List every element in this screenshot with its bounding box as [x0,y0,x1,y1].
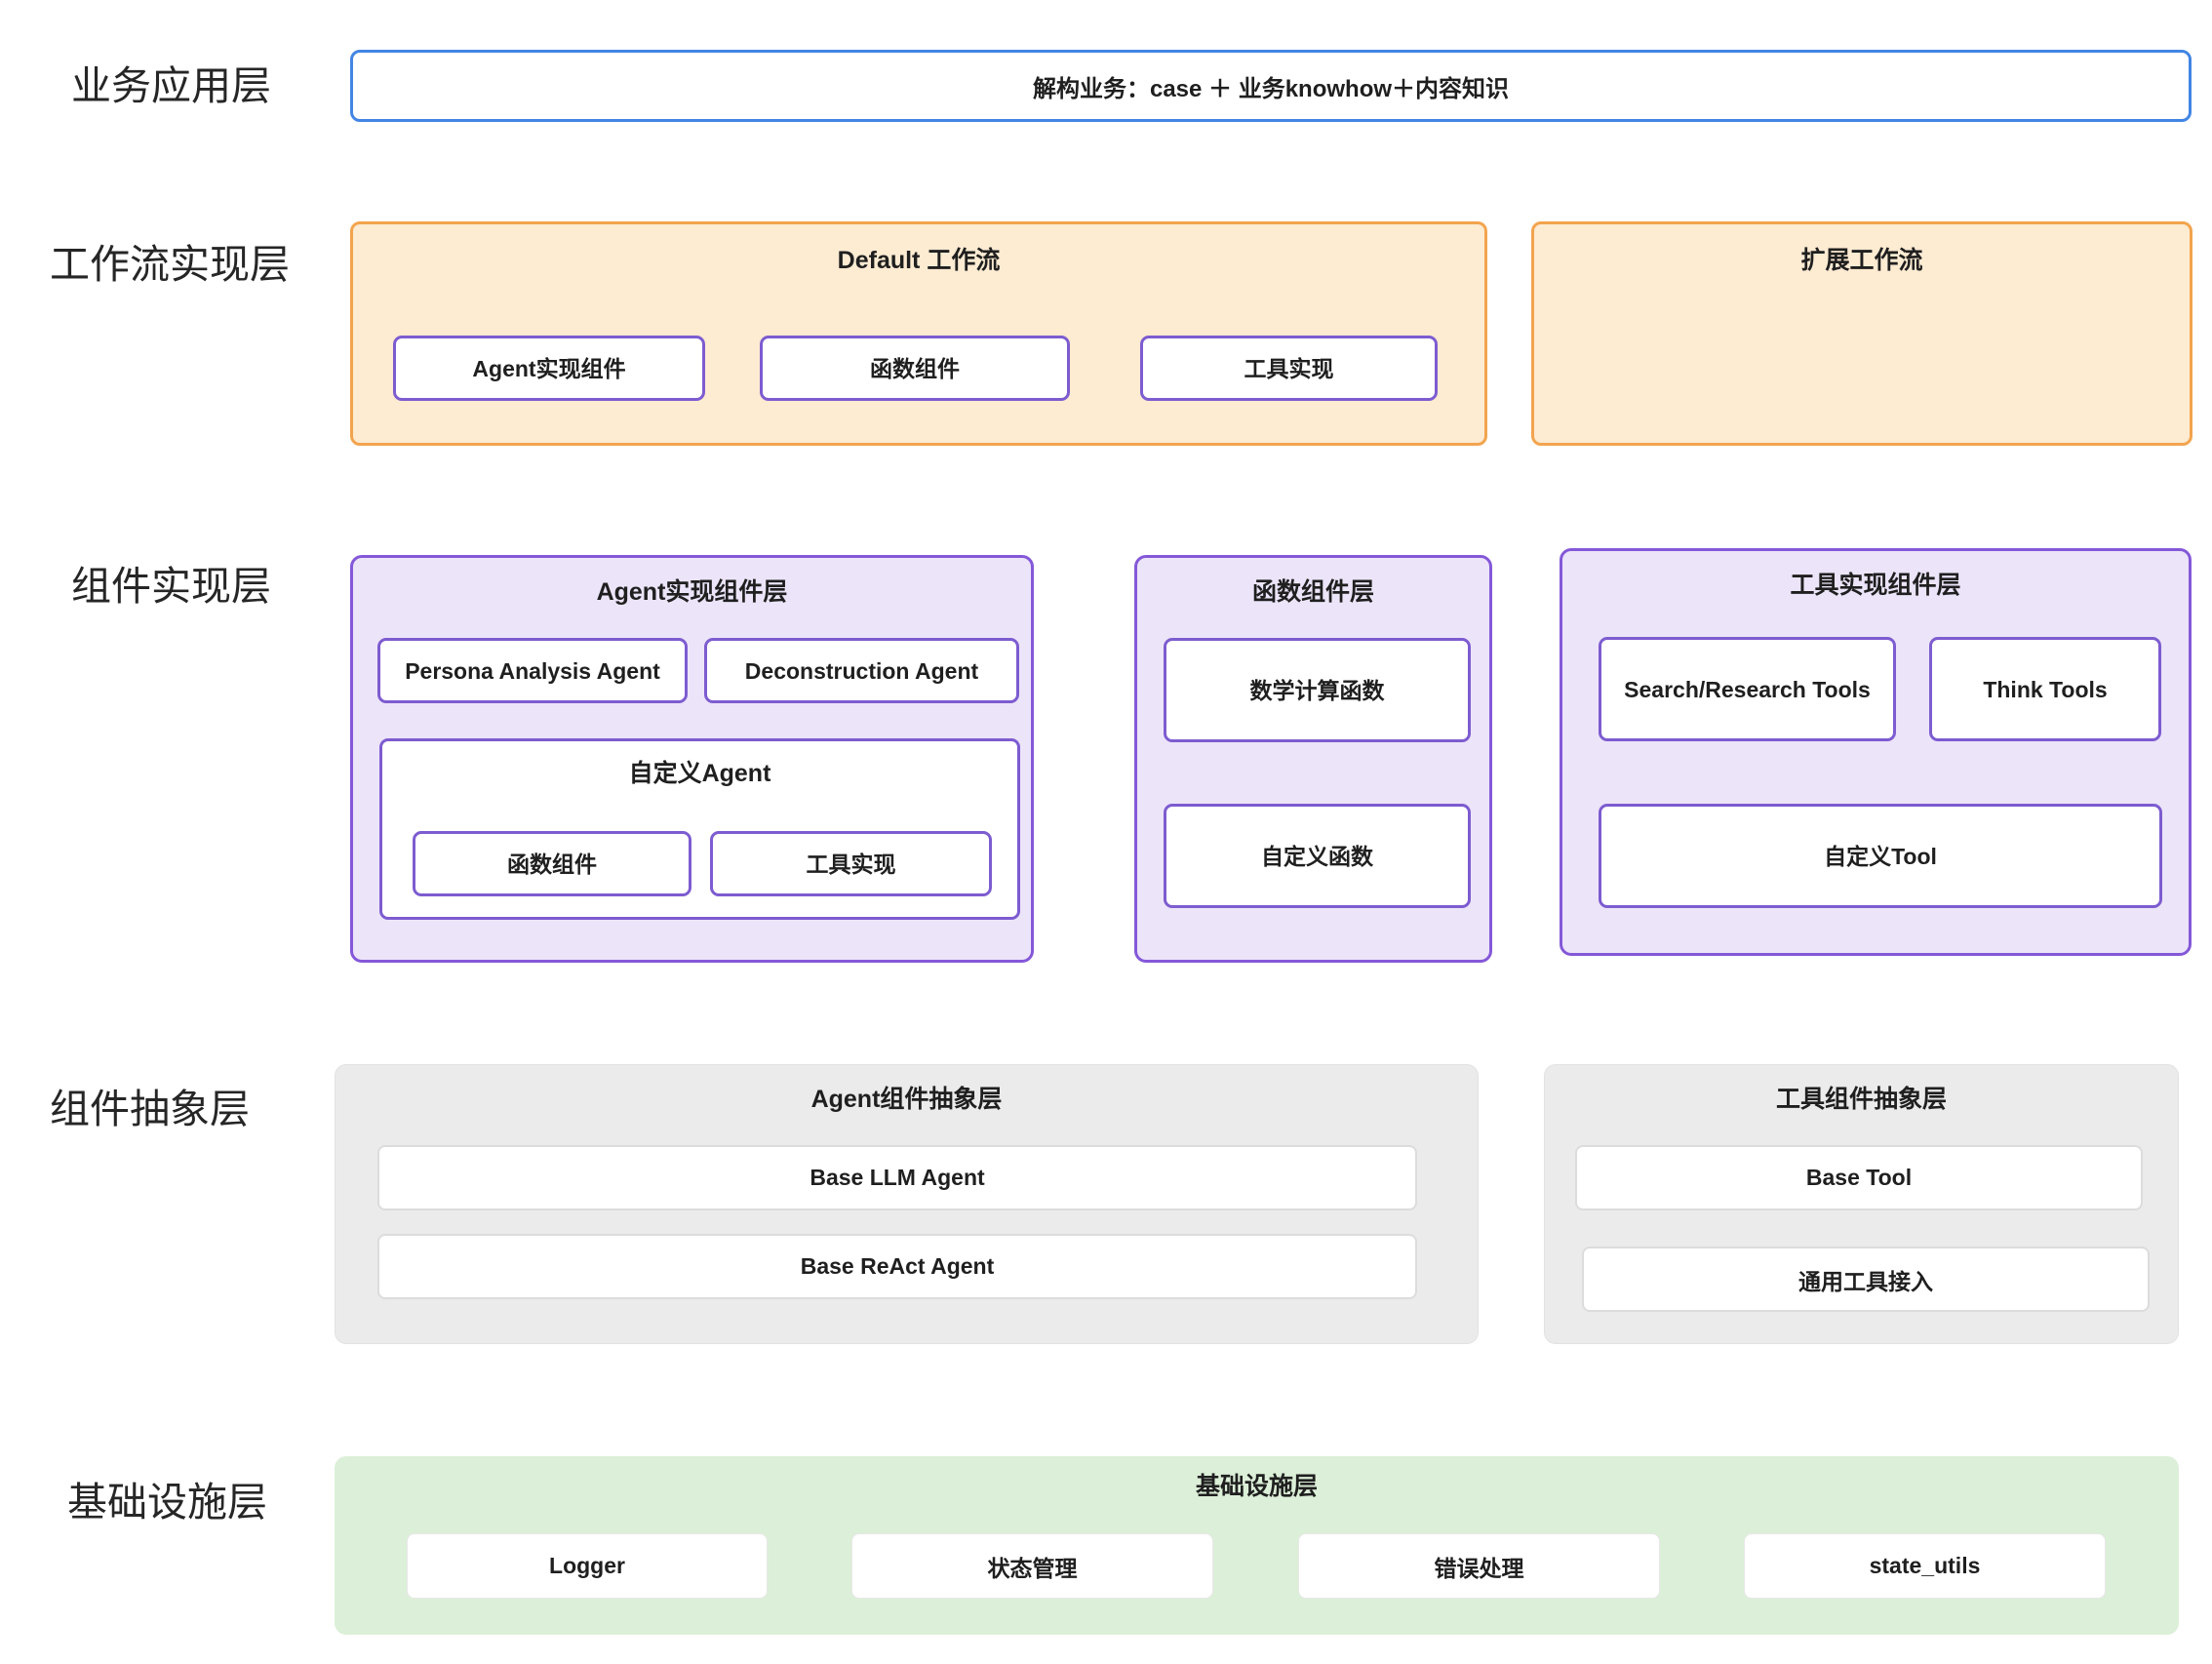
state-management-box: 状态管理 [851,1533,1213,1599]
default-workflow-item-tool: 工具实现 [1140,336,1438,401]
extended-workflow-title: 扩展工作流 [1534,246,2190,275]
search-research-tools-box: Search/Research Tools [1599,637,1896,741]
extended-workflow-box: 扩展工作流 [1531,221,2192,446]
custom-agent-item-tool: 工具实现 [710,831,992,896]
default-workflow-box: Default 工作流 Agent实现组件 函数组件 工具实现 [350,221,1487,446]
math-function-box: 数学计算函数 [1164,638,1471,742]
agent-impl-layer-box: Agent实现组件层 Persona Analysis Agent Decons… [350,555,1034,963]
layer-label-infra: 基础设施层 [67,1479,267,1526]
agent-abstract-title: Agent组件抽象层 [336,1085,1478,1114]
layer-label-workflow: 工作流实现层 [50,241,290,289]
custom-agent-box: 自定义Agent 函数组件 工具实现 [379,738,1020,920]
agent-impl-layer-title: Agent实现组件层 [353,577,1031,607]
agent-abstract-box: Agent组件抽象层 Base LLM Agent Base ReAct Age… [335,1064,1479,1344]
persona-analysis-agent-box: Persona Analysis Agent [377,638,688,703]
business-banner: 解构业务：case ＋ 业务knowhow＋内容知识 [350,50,2192,122]
default-workflow-item-function: 函数组件 [760,336,1070,401]
layer-label-business: 业务应用层 [71,62,271,110]
tool-abstract-title: 工具组件抽象层 [1545,1085,2178,1114]
default-workflow-title: Default 工作流 [353,246,1484,275]
base-react-agent-box: Base ReAct Agent [377,1234,1417,1299]
custom-function-box: 自定义函数 [1164,804,1471,908]
tool-impl-layer-box: 工具实现组件层 Search/Research Tools Think Tool… [1560,548,2192,956]
base-llm-agent-box: Base LLM Agent [377,1145,1417,1210]
function-layer-box: 函数组件层 数学计算函数 自定义函数 [1134,555,1492,963]
state-utils-box: state_utils [1744,1533,2106,1599]
default-workflow-item-agent: Agent实现组件 [393,336,705,401]
custom-agent-item-function: 函数组件 [413,831,691,896]
think-tools-box: Think Tools [1929,637,2161,741]
generic-tool-access-box: 通用工具接入 [1582,1247,2150,1312]
layer-label-component-abstract: 组件抽象层 [50,1086,250,1133]
custom-agent-title: 自定义Agent [382,759,1017,788]
layer-label-component-impl: 组件实现层 [71,563,271,611]
infra-box: 基础设施层 Logger 状态管理 错误处理 state_utils [335,1456,2179,1635]
logger-box: Logger [407,1533,768,1599]
error-handling-box: 错误处理 [1298,1533,1660,1599]
tool-abstract-box: 工具组件抽象层 Base Tool 通用工具接入 [1544,1064,2179,1344]
function-layer-title: 函数组件层 [1137,577,1489,607]
infra-title: 基础设施层 [335,1472,2179,1501]
tool-impl-layer-title: 工具实现组件层 [1562,571,2189,600]
base-tool-box: Base Tool [1575,1145,2143,1210]
custom-tool-box: 自定义Tool [1599,804,2162,908]
business-banner-text: 解构业务：case ＋ 业务knowhow＋内容知识 [1033,69,1509,103]
deconstruction-agent-box: Deconstruction Agent [704,638,1019,703]
